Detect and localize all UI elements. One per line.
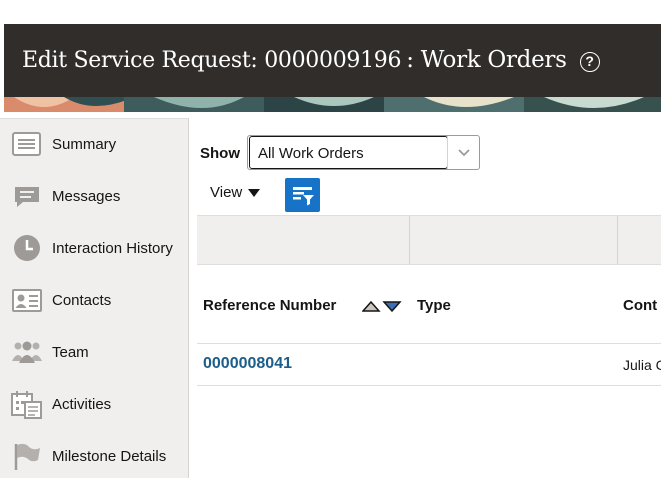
caret-down-icon: [248, 189, 261, 198]
table-toolbar-row: [197, 215, 661, 265]
sidebar-item-label: Team: [52, 344, 89, 361]
sidebar-item-team[interactable]: Team: [0, 327, 188, 379]
decorative-banner: [4, 97, 661, 112]
sidebar-item-activities[interactable]: Activities: [0, 379, 188, 431]
view-menu[interactable]: View: [210, 184, 261, 201]
message-bubble-icon: [15, 187, 39, 207]
table-row[interactable]: 0000008041 Julia C: [197, 344, 661, 386]
main-content: Show All Work Orders View Reference Numb…: [189, 118, 661, 478]
sidebar-item-milestone-details[interactable]: Milestone Details: [0, 431, 188, 478]
filter-list-icon: [293, 187, 314, 206]
column-header-type[interactable]: Type: [417, 297, 451, 314]
column-divider: [409, 216, 410, 264]
sort-descending-icon[interactable]: [382, 301, 402, 313]
column-divider: [617, 216, 618, 264]
summary-list-icon: [12, 132, 41, 156]
sidebar-item-label: Summary: [52, 136, 117, 153]
column-header-reference-number[interactable]: Reference Number: [203, 297, 336, 314]
query-filter-button[interactable]: [285, 178, 320, 212]
sidebar: Summary Messages Interaction History Con…: [0, 118, 189, 478]
contact-cell: Julia C: [623, 357, 661, 373]
show-select[interactable]: All Work Orders: [247, 135, 480, 170]
page-title: Edit Service Request: 0000009196 : Work …: [22, 47, 600, 73]
calendar-icon: [11, 391, 42, 419]
team-people-icon: [12, 341, 42, 363]
sidebar-item-label: Activities: [52, 396, 112, 413]
clock-icon: [14, 235, 40, 261]
table-header: Reference Number Type Cont: [197, 265, 661, 344]
chevron-down-icon[interactable]: [447, 136, 479, 169]
question-circle-icon[interactable]: ?: [579, 51, 600, 72]
sidebar-item-label: Messages: [52, 188, 121, 205]
sidebar-item-summary[interactable]: Summary: [0, 119, 188, 171]
reference-number-link[interactable]: 0000008041: [203, 355, 292, 373]
sidebar-item-label: Contacts: [52, 292, 112, 309]
sidebar-item-interaction-history[interactable]: Interaction History: [0, 223, 188, 275]
flag-icon: [14, 443, 40, 470]
view-menu-label: View: [210, 184, 243, 201]
sort-ascending-icon[interactable]: [362, 300, 381, 312]
column-header-contact[interactable]: Cont: [623, 297, 657, 314]
sidebar-item-messages[interactable]: Messages: [0, 171, 188, 223]
page-header: Edit Service Request: 0000009196 : Work …: [4, 24, 661, 98]
contact-card-icon: [12, 289, 42, 312]
show-select-value[interactable]: All Work Orders: [249, 136, 448, 169]
sidebar-item-label: Milestone Details: [52, 448, 167, 465]
page-title-text: Edit Service Request: 0000009196: [22, 48, 402, 73]
show-label: Show: [200, 145, 240, 162]
sidebar-item-contacts[interactable]: Contacts: [0, 275, 188, 327]
sidebar-item-label: Interaction History: [52, 240, 173, 257]
chevron-down-glyph: [458, 149, 470, 157]
sort-icons[interactable]: [362, 298, 404, 314]
page-subtitle: : Work Orders: [406, 47, 567, 73]
banner-pattern: [4, 97, 661, 112]
